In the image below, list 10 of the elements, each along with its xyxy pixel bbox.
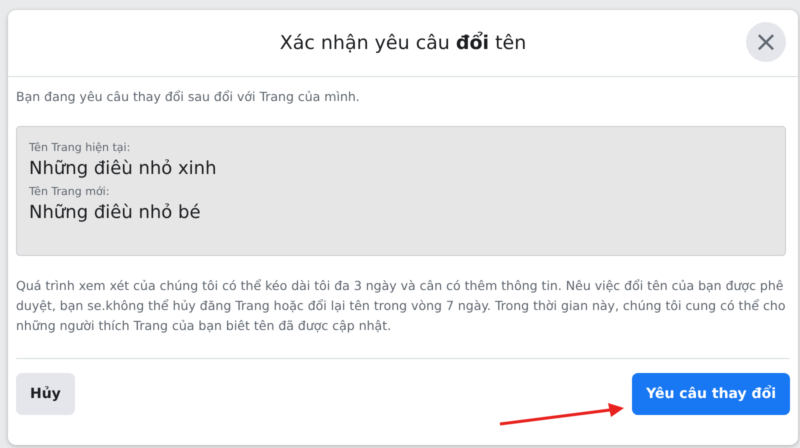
cancel-button[interactable]: Hủy xyxy=(16,373,75,415)
name-value: Những điêù nhỏ bé xyxy=(29,202,202,223)
submit-button[interactable]: Yêu câu thay đổi xyxy=(632,373,790,415)
dialog-title: Xác nhận yêu câu đổi tên xyxy=(280,32,526,54)
name-value: Những điêù nhỏ xinh xyxy=(29,158,218,179)
intro-text: Bạn đang yêu câu thay đổi sau đổi với Trang của mình. xyxy=(16,89,361,104)
close-button[interactable]: × xyxy=(746,22,786,62)
notice-text: Quá trình xem xét của chúng tôi có thể kéo dài tôi đa 3 ngày và cân có thêm thông tin. Nêu việc đổi tên của bạn được phê duyệt, bạn se.không thể hủy đăng Trang hoặc đổi lại tên trong vòng 7 ngày. Trong thời gian này, chúng tôi cung có thể cho những người thích Trang của bạn biêt tên đã được cập nhật. xyxy=(16,277,786,335)
name-label: Tên Trang hiện tại: xyxy=(29,141,132,154)
name-label: Tên Trang mới: xyxy=(29,185,110,198)
